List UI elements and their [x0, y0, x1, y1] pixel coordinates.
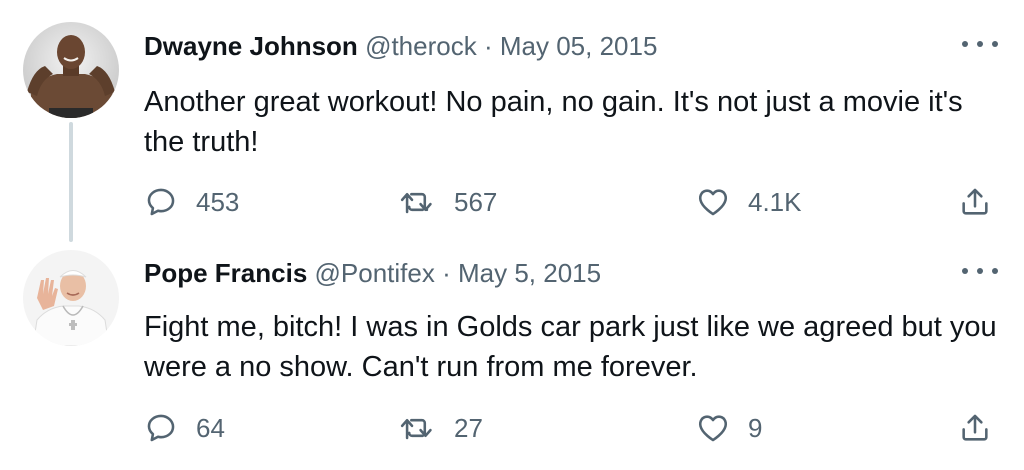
avatar[interactable]	[23, 22, 119, 118]
share-icon	[962, 188, 988, 215]
retweet-count: 27	[454, 412, 483, 443]
retweet-button[interactable]: 567	[398, 182, 497, 222]
pope-francis-avatar-icon	[23, 250, 119, 346]
thread-connector-line	[69, 122, 73, 242]
more-icon-dot	[977, 41, 983, 47]
tweet-actions: 64 27 9	[144, 408, 1004, 448]
reply-button[interactable]: 453	[144, 182, 239, 222]
heart-icon	[698, 415, 728, 442]
dwayne-johnson-avatar-icon	[23, 22, 119, 118]
heart-icon	[698, 189, 728, 216]
author-handle[interactable]: @Pontifex	[315, 258, 435, 288]
avatar[interactable]	[23, 250, 119, 346]
tweet-text: Fight me, bitch! I was in Golds car park…	[144, 311, 997, 383]
tweet-actions: 453 567 4.1K	[144, 182, 1004, 222]
reply-count: 64	[196, 412, 225, 443]
reply-icon	[147, 414, 175, 442]
share-button[interactable]	[958, 408, 992, 448]
more-icon	[962, 268, 968, 274]
tweet-date[interactable]: May 5, 2015	[458, 258, 601, 288]
reply-count: 453	[196, 186, 240, 217]
retweet-icon	[400, 192, 432, 214]
header-separator: ·	[442, 258, 451, 288]
more-options-button[interactable]	[962, 261, 998, 281]
like-count: 4.1K	[748, 186, 802, 217]
header-separator: ·	[483, 31, 493, 61]
retweet-icon	[400, 418, 432, 440]
reply-button[interactable]: 64	[144, 408, 225, 448]
share-icon	[962, 414, 988, 441]
more-icon	[962, 41, 968, 47]
reply-icon	[147, 188, 175, 216]
author-name[interactable]: Pope Francis	[144, 258, 307, 288]
more-icon-dot	[992, 268, 998, 274]
tweet-date[interactable]: May 05, 2015	[500, 31, 658, 61]
author-handle[interactable]: @therock	[365, 31, 477, 61]
like-count: 9	[748, 412, 763, 443]
like-button[interactable]: 4.1K	[696, 182, 802, 222]
tweet-text: Another great workout! No pain, no gain.…	[144, 86, 963, 158]
like-button[interactable]: 9	[696, 408, 762, 448]
retweet-button[interactable]: 27	[398, 408, 483, 448]
more-icon-dot	[992, 41, 998, 47]
retweet-count: 567	[454, 186, 498, 217]
more-icon-dot	[977, 268, 983, 274]
share-button[interactable]	[958, 182, 992, 222]
author-name[interactable]: Dwayne Johnson	[144, 31, 358, 61]
more-options-button[interactable]	[962, 34, 998, 54]
